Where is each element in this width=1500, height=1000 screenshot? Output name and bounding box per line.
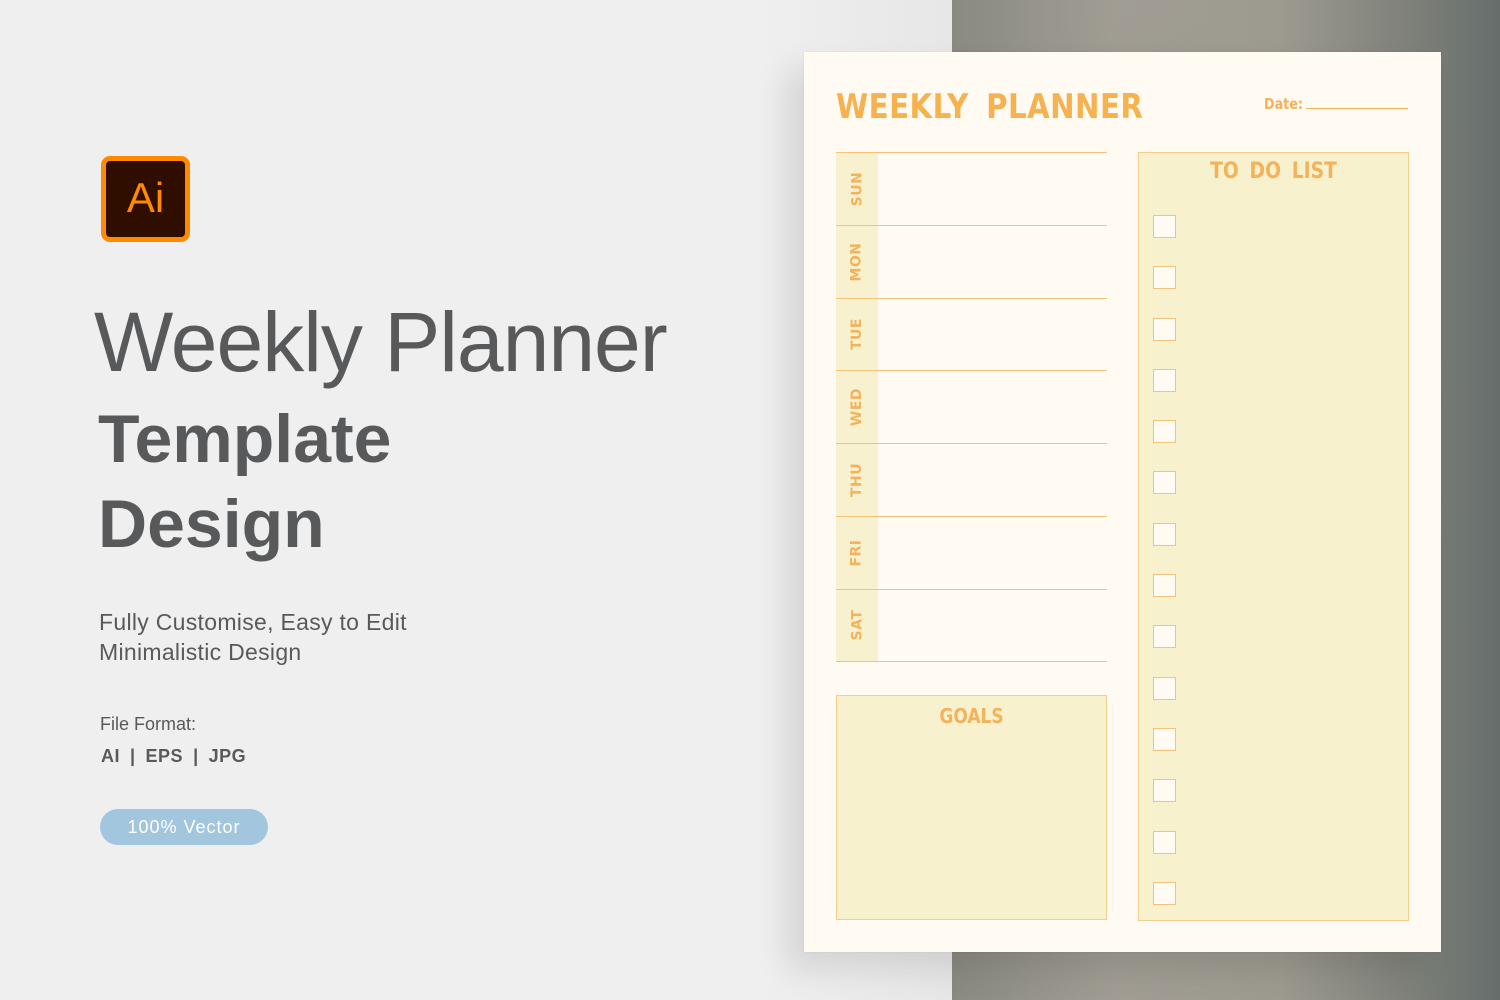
day-tab: TUE xyxy=(836,298,878,371)
goals-box[interactable]: GOALS xyxy=(836,695,1107,920)
todo-checkbox[interactable] xyxy=(1153,676,1176,700)
promo-title-line3: Design xyxy=(98,486,325,562)
day-row-sat[interactable]: SAT xyxy=(836,588,1107,662)
todo-checkbox[interactable] xyxy=(1153,266,1176,290)
todo-item[interactable] xyxy=(1153,830,1176,882)
todo-checkbox[interactable] xyxy=(1153,779,1176,803)
day-row-thu[interactable]: THU xyxy=(836,443,1107,516)
day-label: THU xyxy=(848,463,865,498)
day-list: SUN MON TUE WED THU FRI SAT xyxy=(836,152,1107,662)
date-field[interactable]: Date: xyxy=(1264,95,1408,113)
todo-item[interactable] xyxy=(1153,368,1176,420)
todo-item[interactable] xyxy=(1153,676,1176,728)
day-notes-area[interactable] xyxy=(878,153,1107,225)
planner-title: WEEKLY PLANNER xyxy=(836,87,1144,127)
day-notes-area[interactable] xyxy=(878,226,1107,298)
separator: | xyxy=(193,746,199,766)
day-tab: FRI xyxy=(836,516,878,589)
todo-item[interactable] xyxy=(1153,471,1176,522)
promo-subtitle-line2: Minimalistic Design xyxy=(99,639,302,665)
day-label: MON xyxy=(849,242,865,282)
file-format-list: AI | EPS | JPG xyxy=(101,746,246,767)
todo-box: TO DO LIST xyxy=(1138,152,1409,921)
todo-item[interactable] xyxy=(1153,727,1176,779)
goals-title: GOALS xyxy=(939,704,1004,728)
day-row-mon[interactable]: MON xyxy=(836,224,1107,298)
day-notes-area[interactable] xyxy=(878,299,1107,371)
logo-text: Ai xyxy=(126,174,165,221)
todo-checkbox[interactable] xyxy=(1153,215,1176,238)
todo-item[interactable] xyxy=(1153,215,1176,266)
date-line[interactable] xyxy=(1305,107,1408,109)
file-format-ai: AI xyxy=(101,746,120,766)
todo-checkbox[interactable] xyxy=(1153,522,1176,546)
file-format-label: File Format: xyxy=(100,714,197,734)
promo-subtitle-line1: Fully Customise, Easy to Edit xyxy=(99,609,407,635)
todo-checkbox[interactable] xyxy=(1153,317,1176,341)
day-label: WED xyxy=(848,388,865,427)
day-notes-area[interactable] xyxy=(878,444,1107,516)
todo-checkbox[interactable] xyxy=(1153,881,1176,905)
todo-checkbox[interactable] xyxy=(1153,727,1176,751)
day-label: SUN xyxy=(848,171,865,207)
day-row-fri[interactable]: FRI xyxy=(836,515,1107,589)
day-tab: SAT xyxy=(836,589,878,661)
todo-item[interactable] xyxy=(1153,779,1176,830)
day-row-wed[interactable]: WED xyxy=(836,370,1107,444)
todo-item[interactable] xyxy=(1153,881,1176,933)
day-tab: MON xyxy=(836,225,878,298)
date-label: Date: xyxy=(1264,95,1304,113)
todo-checkbox[interactable] xyxy=(1153,471,1176,495)
todo-checkbox[interactable] xyxy=(1153,420,1176,444)
day-row-tue[interactable]: TUE xyxy=(836,297,1107,371)
day-tab: THU xyxy=(836,444,878,516)
todo-list xyxy=(1153,215,1176,933)
day-notes-area[interactable] xyxy=(878,371,1107,443)
day-notes-area[interactable] xyxy=(878,517,1107,589)
day-label: TUE xyxy=(848,318,865,351)
todo-checkbox[interactable] xyxy=(1153,368,1176,392)
todo-item[interactable] xyxy=(1153,266,1176,317)
todo-checkbox[interactable] xyxy=(1153,625,1176,649)
day-notes-area[interactable] xyxy=(878,590,1107,661)
day-label: SAT xyxy=(848,609,865,641)
todo-item[interactable] xyxy=(1153,625,1176,676)
day-tab: WED xyxy=(836,371,878,444)
todo-item[interactable] xyxy=(1153,574,1176,625)
todo-checkbox[interactable] xyxy=(1153,574,1176,598)
planner-page: WEEKLY PLANNER Date: SUN MON TUE WED THU… xyxy=(804,52,1441,952)
promo-title-line2: Template xyxy=(98,401,392,477)
promo-title-line1: Weekly Planner xyxy=(94,295,668,389)
todo-title: TO DO LIST xyxy=(1210,159,1337,184)
day-tab: SUN xyxy=(836,153,878,225)
day-label: FRI xyxy=(849,539,865,567)
file-format-eps: EPS xyxy=(145,746,184,766)
todo-checkbox[interactable] xyxy=(1153,830,1176,854)
todo-item[interactable] xyxy=(1153,317,1176,369)
illustrator-logo-icon: Ai xyxy=(101,156,190,242)
todo-item[interactable] xyxy=(1153,420,1176,471)
vector-badge: 100% Vector xyxy=(100,809,268,845)
file-format-jpg: JPG xyxy=(208,746,247,766)
day-row-sun[interactable]: SUN xyxy=(836,152,1107,225)
todo-item[interactable] xyxy=(1153,522,1176,574)
separator: | xyxy=(130,746,136,766)
